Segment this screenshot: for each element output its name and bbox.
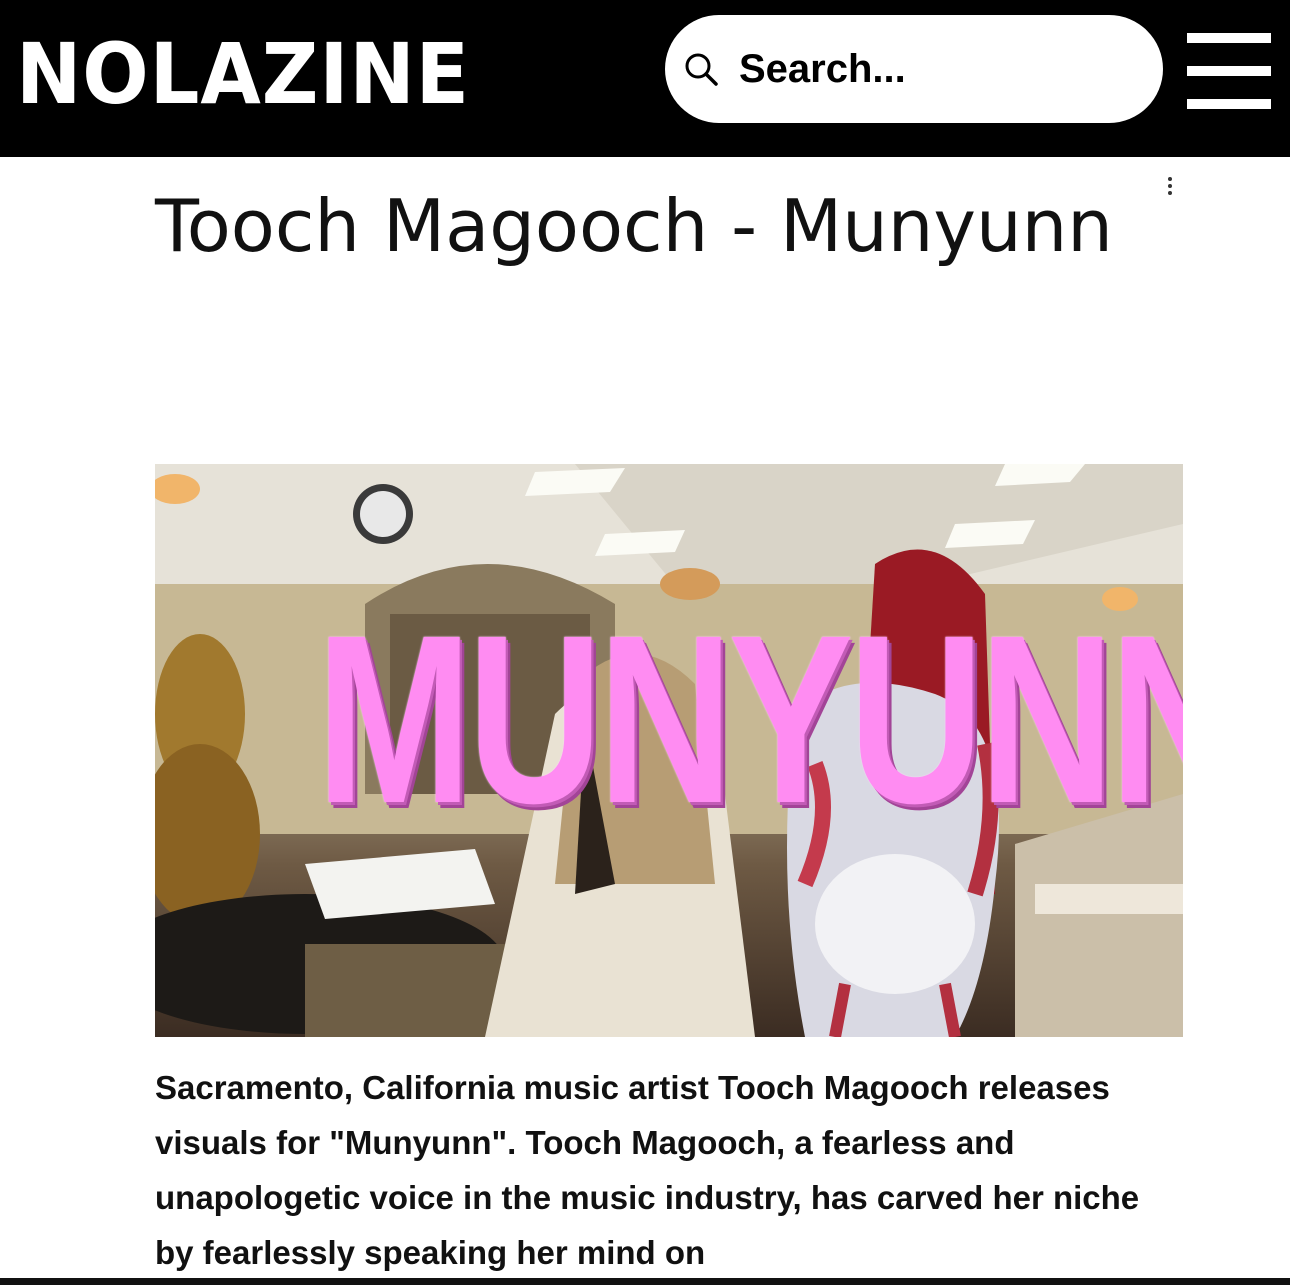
hamburger-menu-icon[interactable] xyxy=(1187,33,1271,109)
search-input[interactable]: Search... xyxy=(739,43,906,95)
bottom-divider xyxy=(0,1278,1290,1285)
site-header: NOLAZINE Search... xyxy=(0,0,1290,157)
hero-image: MUNYUNN xyxy=(155,464,1183,1037)
search-box[interactable]: Search... xyxy=(665,15,1163,123)
site-logo[interactable]: NOLAZINE xyxy=(16,24,470,124)
article-body: Sacramento, California music artist Tooc… xyxy=(155,1069,1140,1271)
search-icon xyxy=(685,53,718,86)
more-vertical-icon[interactable] xyxy=(1163,175,1177,197)
article-title: Tooch Magooch - Munyunn xyxy=(155,184,1113,268)
hero-overlay-title: MUNYUNN xyxy=(316,585,1183,853)
